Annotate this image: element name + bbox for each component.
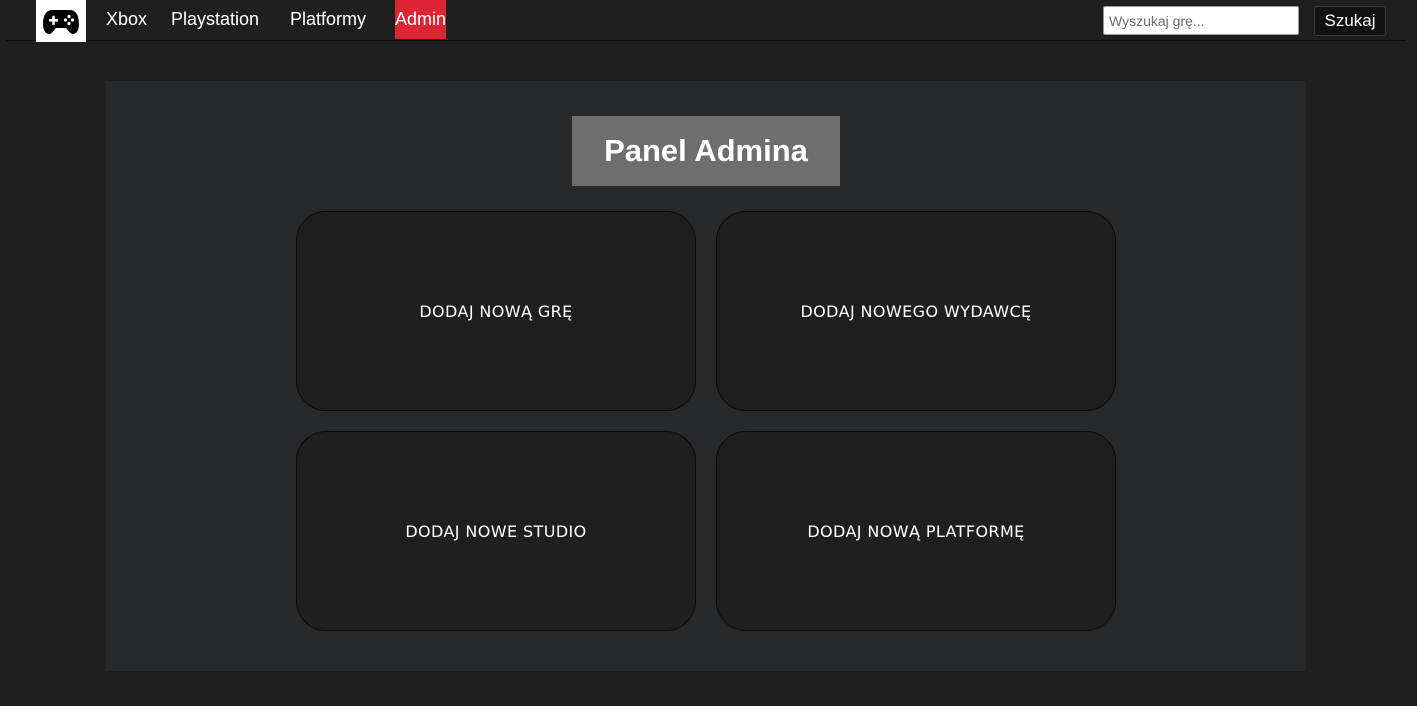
top-navbar: Xbox Playstation Platformy Admin Szukaj: [6, 0, 1406, 42]
nav-link-platformy[interactable]: Platformy: [290, 0, 366, 39]
add-platform-label: DODAJ NOWĄ PLATFORMĘ: [807, 521, 1025, 541]
add-game-label: DODAJ NOWĄ GRĘ: [419, 301, 573, 321]
add-game-card[interactable]: DODAJ NOWĄ GRĘ: [296, 211, 696, 411]
admin-panel: Panel Admina DODAJ NOWĄ GRĘ DODAJ NOWEGO…: [106, 81, 1306, 671]
search-input[interactable]: [1103, 6, 1299, 35]
search-button[interactable]: Szukaj: [1314, 6, 1386, 36]
nav-link-playstation[interactable]: Playstation: [171, 0, 259, 39]
add-platform-card[interactable]: DODAJ NOWĄ PLATFORMĘ: [716, 431, 1116, 631]
add-studio-label: DODAJ NOWE STUDIO: [405, 521, 587, 541]
page-title: Panel Admina: [604, 133, 808, 168]
add-publisher-card[interactable]: DODAJ NOWEGO WYDAWCĘ: [716, 211, 1116, 411]
add-studio-card[interactable]: DODAJ NOWE STUDIO: [296, 431, 696, 631]
nav-link-admin[interactable]: Admin: [395, 0, 447, 39]
page-title-box: Panel Admina: [572, 116, 840, 186]
gamepad-icon: [43, 10, 79, 34]
home-logo-link[interactable]: [36, 0, 86, 42]
nav-link-xbox[interactable]: Xbox: [106, 0, 147, 39]
add-publisher-label: DODAJ NOWEGO WYDAWCĘ: [800, 301, 1032, 321]
